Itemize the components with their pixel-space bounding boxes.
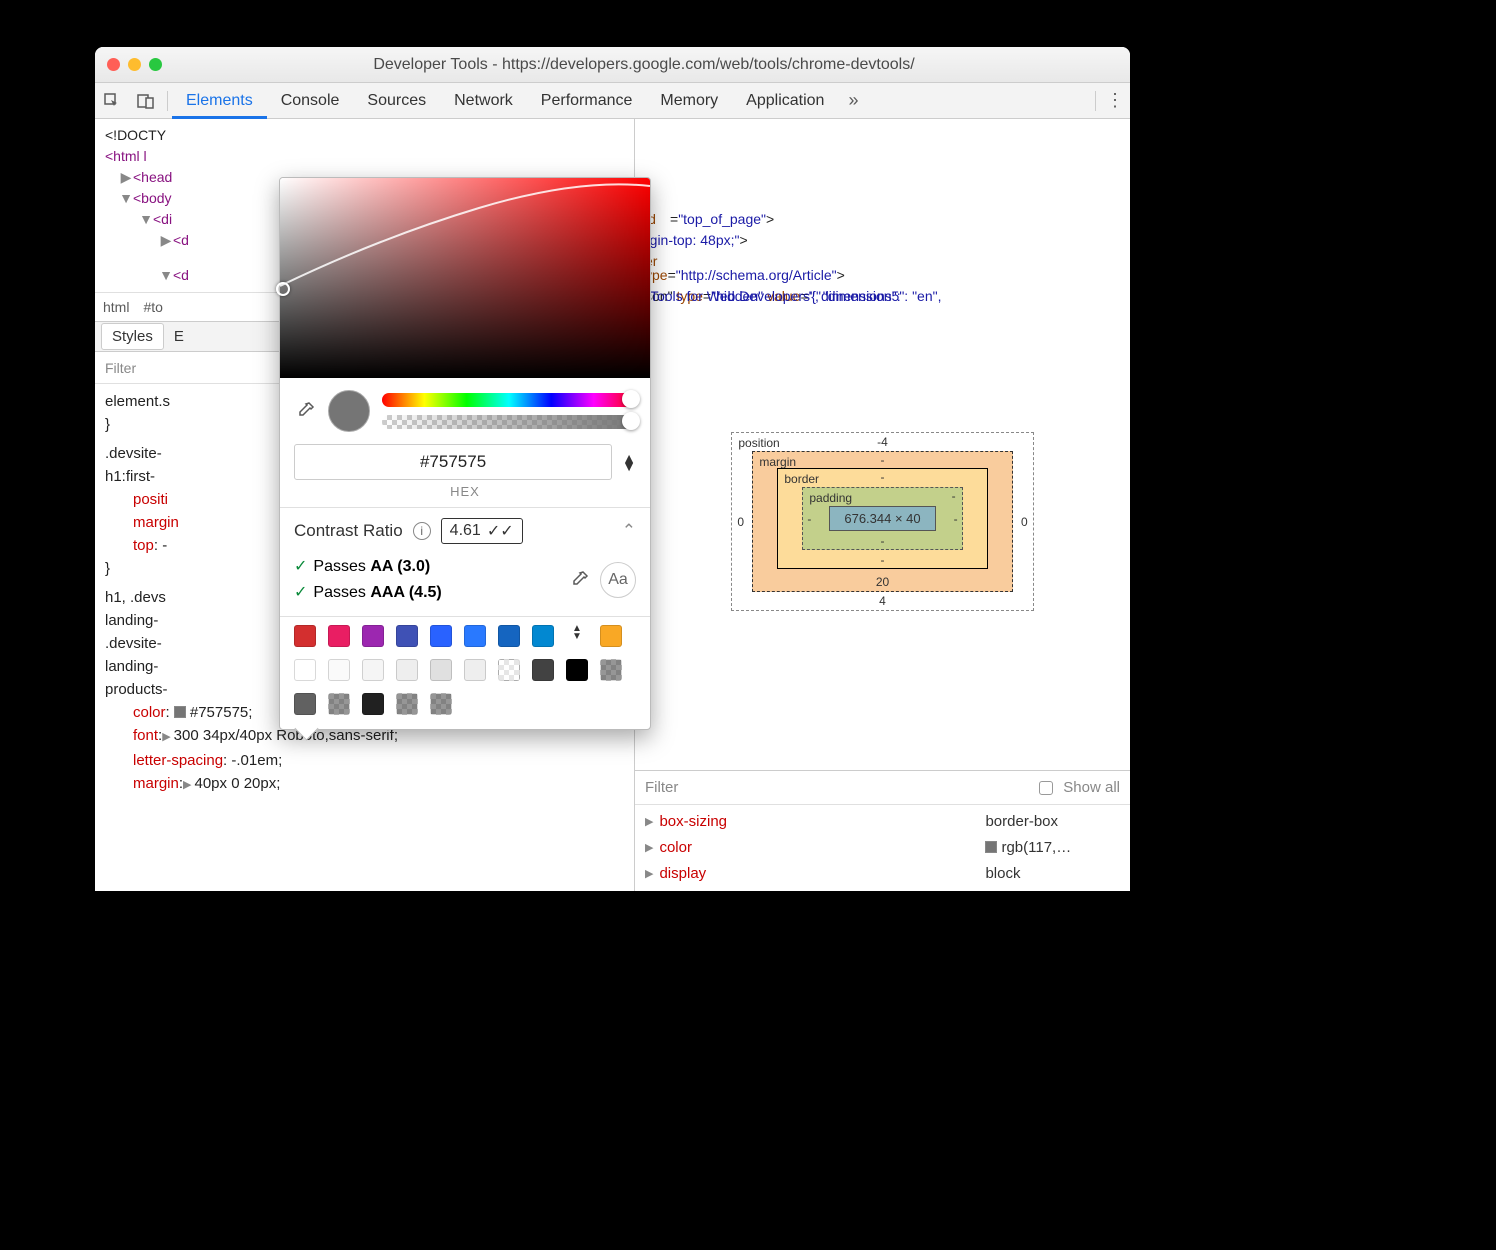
palette-swatch[interactable] bbox=[600, 625, 622, 647]
inspect-element-icon[interactable] bbox=[95, 93, 129, 109]
color-picker: ▲▼ HEX Contrast Ratio i 4.61✓✓ ⌃ ✓Passes… bbox=[279, 177, 651, 730]
traffic-lights bbox=[107, 58, 162, 71]
tab-elements[interactable]: Elements bbox=[172, 83, 267, 119]
hex-label: HEX bbox=[280, 484, 650, 507]
palette: ▲▼ bbox=[280, 617, 650, 729]
box-model[interactable]: position -4 4 margin - 0 0 20 border - - bbox=[635, 412, 1130, 770]
subtab-styles[interactable]: Styles bbox=[101, 323, 164, 350]
palette-swatch[interactable] bbox=[362, 625, 384, 647]
tabs-overflow-icon[interactable]: » bbox=[838, 90, 868, 111]
tab-network[interactable]: Network bbox=[440, 83, 527, 119]
palette-swatch[interactable] bbox=[362, 659, 384, 681]
current-color-swatch bbox=[328, 390, 370, 432]
palette-swatch[interactable] bbox=[430, 693, 452, 715]
palette-swatch[interactable] bbox=[362, 693, 384, 715]
contrast-section: Contrast Ratio i 4.61✓✓ ⌃ ✓Passes AA (3.… bbox=[280, 508, 650, 616]
filter-input[interactable]: Filter bbox=[105, 360, 136, 376]
palette-swatch[interactable] bbox=[498, 659, 520, 681]
kebab-menu-icon[interactable]: ⋮ bbox=[1100, 90, 1130, 111]
window-title: Developer Tools - https://developers.goo… bbox=[170, 56, 1118, 74]
palette-swatch[interactable] bbox=[294, 693, 316, 715]
palette-swatch[interactable] bbox=[532, 625, 554, 647]
contrast-value: 4.61✓✓ bbox=[441, 518, 523, 544]
close-window-button[interactable] bbox=[107, 58, 120, 71]
device-toggle-icon[interactable] bbox=[129, 93, 163, 109]
hue-slider[interactable] bbox=[382, 393, 636, 407]
computed-list[interactable]: ▶box-sizingborder-box ▶colorrgb(117,… ▶d… bbox=[635, 805, 1130, 891]
breadcrumb-body[interactable]: #to bbox=[143, 299, 162, 315]
palette-swatch[interactable] bbox=[464, 625, 486, 647]
tab-console[interactable]: Console bbox=[267, 83, 354, 119]
palette-swatch[interactable] bbox=[294, 659, 316, 681]
palette-swatch[interactable] bbox=[328, 659, 350, 681]
alpha-slider[interactable] bbox=[382, 415, 636, 429]
tab-application[interactable]: Application bbox=[732, 83, 838, 119]
palette-swatch[interactable] bbox=[566, 659, 588, 681]
tab-memory[interactable]: Memory bbox=[646, 83, 732, 119]
palette-swatch[interactable] bbox=[396, 659, 418, 681]
palette-swatch[interactable] bbox=[294, 625, 316, 647]
palette-swatch[interactable] bbox=[328, 625, 350, 647]
titlebar: Developer Tools - https://developers.goo… bbox=[95, 47, 1130, 83]
check-icon: ✓ bbox=[294, 558, 307, 575]
tab-performance[interactable]: Performance bbox=[527, 83, 647, 119]
palette-swatch[interactable] bbox=[328, 693, 350, 715]
color-cursor[interactable] bbox=[276, 282, 290, 296]
palette-swatch[interactable] bbox=[464, 659, 486, 681]
hex-input[interactable] bbox=[294, 444, 612, 480]
computed-filter-input[interactable]: Filter bbox=[645, 779, 678, 796]
zoom-window-button[interactable] bbox=[149, 58, 162, 71]
minimize-window-button[interactable] bbox=[128, 58, 141, 71]
format-toggle[interactable]: ▲▼ bbox=[622, 454, 636, 470]
check-icon: ✓ bbox=[294, 584, 307, 601]
show-all-checkbox[interactable] bbox=[1039, 781, 1053, 795]
breadcrumb-html[interactable]: html bbox=[103, 299, 129, 315]
main-tabs: Elements Console Sources Network Perform… bbox=[172, 83, 838, 119]
show-all-label: Show all bbox=[1063, 779, 1120, 796]
palette-swatch[interactable] bbox=[600, 659, 622, 681]
palette-swatch[interactable] bbox=[396, 693, 418, 715]
alpha-thumb[interactable] bbox=[622, 412, 640, 430]
devtools-toolbar: Elements Console Sources Network Perform… bbox=[95, 83, 1130, 119]
color-swatch[interactable] bbox=[174, 706, 186, 718]
color-field[interactable] bbox=[280, 178, 650, 378]
box-model-content: 676.344 × 40 bbox=[829, 506, 935, 531]
palette-swatch[interactable] bbox=[532, 659, 554, 681]
text-preview[interactable]: Aa bbox=[600, 562, 636, 598]
palette-swatch[interactable] bbox=[498, 625, 520, 647]
hue-thumb[interactable] bbox=[622, 390, 640, 408]
info-icon[interactable]: i bbox=[413, 522, 431, 540]
tab-sources[interactable]: Sources bbox=[353, 83, 440, 119]
palette-swatch[interactable] bbox=[430, 659, 452, 681]
eyedropper-icon[interactable] bbox=[294, 400, 316, 422]
palette-swatch[interactable] bbox=[430, 625, 452, 647]
bg-eyedropper-icon[interactable] bbox=[568, 569, 590, 591]
palette-switch-icon[interactable]: ▲▼ bbox=[566, 625, 588, 647]
collapse-icon[interactable]: ⌃ bbox=[622, 521, 636, 541]
palette-swatch[interactable] bbox=[396, 625, 418, 647]
computed-filter-row: Filter Show all bbox=[635, 771, 1130, 805]
subtab-events[interactable]: E bbox=[164, 324, 194, 349]
